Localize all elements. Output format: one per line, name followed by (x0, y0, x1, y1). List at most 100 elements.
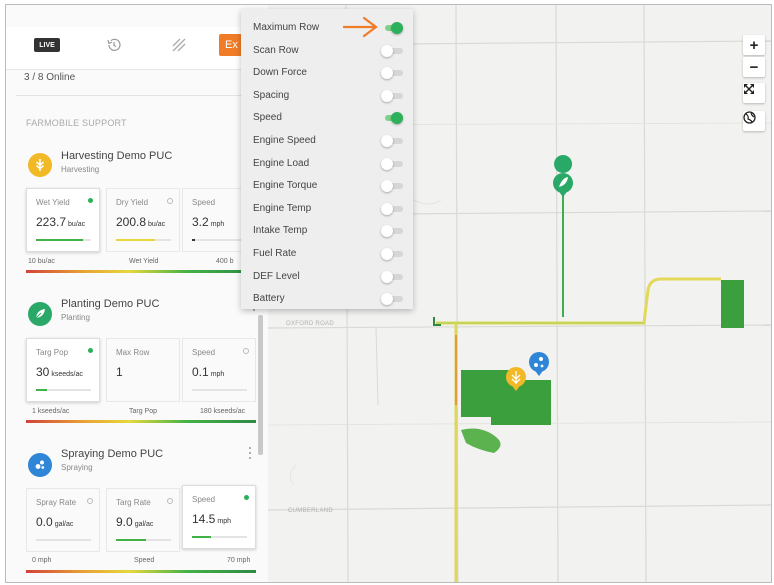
annotation-arrow (343, 16, 378, 38)
menu-item[interactable]: Scan Row (241, 40, 413, 62)
toggle-switch[interactable] (381, 89, 403, 102)
active-dot (88, 348, 93, 353)
hatch-icon (171, 37, 187, 53)
menu-item[interactable]: Engine Torque (241, 175, 413, 197)
toggle-switch[interactable] (381, 135, 403, 147)
menu-item[interactable]: Maximum Row (241, 17, 413, 39)
zoom-out-button[interactable]: − (743, 57, 765, 77)
device-type: Harvesting (61, 165, 100, 174)
section-title: FARMOBILE SUPPORT (26, 118, 127, 128)
metric-card-max-row[interactable]: Max Row 1 (106, 338, 180, 402)
fullscreen-button[interactable] (743, 83, 765, 103)
toggle-switch[interactable] (381, 293, 403, 306)
legend-max: 400 b (216, 258, 234, 265)
metric-bar (116, 239, 171, 241)
toggle-switch[interactable] (381, 180, 403, 193)
metric-label: Speed (192, 198, 216, 207)
active-dot (88, 198, 93, 203)
metric-value: 9.0 gal/ac (116, 515, 154, 529)
metric-label: Wet Yield (36, 198, 70, 207)
spraying-map-pin[interactable] (529, 352, 549, 376)
menu-item-label: Fuel Rate (253, 248, 297, 259)
metric-card-spray-rate[interactable]: Spray Rate 0.0 gal/ac (26, 488, 100, 552)
toggle-switch[interactable] (381, 112, 403, 125)
menu-item[interactable]: Engine Load (241, 153, 413, 175)
menu-item-label: Scan Row (253, 44, 299, 56)
zoom-in-button[interactable]: + (743, 35, 765, 55)
metric-card-wet-yield[interactable]: Wet Yield 223.7 bu/ac (26, 188, 100, 252)
metric-card-speed[interactable]: Speed 0.1 mph (182, 338, 256, 402)
toggle-switch[interactable] (381, 225, 403, 238)
device-spraying-avatar (28, 453, 52, 477)
device-name[interactable]: Spraying Demo PUC (61, 448, 163, 460)
planting-map-pin[interactable] (553, 155, 573, 197)
metric-bar (192, 239, 247, 241)
legend-gradient (26, 270, 256, 273)
metric-card-targ-rate[interactable]: Targ Rate 9.0 gal/ac (106, 488, 180, 552)
history-icon (106, 37, 122, 53)
menu-item[interactable]: Engine Speed (241, 130, 413, 152)
metric-card-speed[interactable]: Speed 14.5 mph (182, 485, 256, 549)
tab-field-layers[interactable] (169, 35, 189, 55)
device-menu-button[interactable] (249, 447, 252, 459)
menu-item-label: Speed (253, 112, 282, 124)
device-name[interactable]: Planting Demo PUC (61, 298, 159, 310)
menu-item[interactable]: Fuel Rate (241, 243, 413, 265)
metric-label: Targ Pop (36, 348, 69, 357)
online-count: 3 / 8 Online (24, 72, 76, 83)
toggle-switch[interactable] (381, 22, 403, 34)
toggle-switch[interactable] (381, 157, 403, 170)
active-dot (244, 495, 249, 500)
menu-item[interactable]: Intake Temp (241, 220, 413, 242)
metric-value: 0.1 mph (192, 365, 225, 379)
device-type: Spraying (61, 463, 93, 472)
menu-item[interactable]: DEF Level (241, 266, 413, 288)
metric-card-targ-pop[interactable]: Targ Pop 30 kseeds/ac (26, 338, 100, 402)
menu-item[interactable]: Down Force (241, 62, 413, 84)
menu-item-label: Engine Load (253, 157, 310, 169)
map-layer-button[interactable] (743, 111, 765, 131)
inactive-dot (167, 198, 173, 204)
legend-metric: Speed (134, 557, 155, 564)
menu-item[interactable]: Speed (241, 107, 413, 129)
menu-item[interactable]: Spacing (241, 85, 413, 107)
menu-item-label: Battery (253, 293, 285, 305)
metric-value: 200.8 bu/ac (116, 215, 166, 229)
export-button[interactable]: Ex (219, 34, 243, 56)
menu-item[interactable]: Battery (241, 288, 413, 310)
panel-scrollbar[interactable] (258, 315, 263, 455)
device-name[interactable]: Harvesting Demo PUC (61, 150, 172, 162)
legend-min: 10 bu/ac (28, 258, 55, 265)
toggle-switch[interactable] (381, 248, 403, 260)
map-place-label: CUMBERLAND (288, 508, 334, 514)
metric-label: Dry Yield (116, 198, 149, 207)
metric-bar (192, 536, 247, 538)
tab-history[interactable] (104, 35, 124, 55)
toggle-switch[interactable] (381, 270, 403, 283)
device-planting-avatar (28, 302, 52, 326)
metric-label: Speed (192, 348, 216, 357)
metric-card-dry-yield[interactable]: Dry Yield 200.8 bu/ac (106, 188, 180, 252)
toggle-switch[interactable] (381, 44, 403, 57)
legend-gradient (26, 570, 256, 573)
device-panel: LIVE Ex 3 / 8 Online FARMOBILE SUPPORT H… (6, 5, 268, 582)
map-road-label: OXFORD ROAD (286, 321, 334, 327)
toggle-switch[interactable] (381, 67, 403, 80)
leaf-icon (34, 308, 46, 320)
menu-item-label: Intake Temp (253, 225, 308, 237)
menu-item-label: Engine Speed (253, 135, 316, 146)
metric-label: Max Row (116, 348, 150, 357)
menu-item[interactable]: Engine Temp (241, 198, 413, 220)
menu-item-label: Engine Temp (253, 202, 312, 214)
metric-bar (192, 389, 247, 391)
tab-live[interactable]: LIVE (34, 38, 60, 52)
droplets-icon (34, 459, 46, 471)
app-window: OXFORD ROAD CUMBERLAND + − LIVE Ex 3 / 8… (5, 4, 772, 583)
legend-metric: Wet Yield (129, 258, 159, 265)
metric-bar (36, 239, 91, 241)
inactive-dot (243, 348, 249, 354)
toggle-switch[interactable] (381, 202, 403, 215)
metric-value: 3.2 mph (192, 215, 225, 229)
menu-item-label: Spacing (253, 89, 290, 101)
metric-bar (36, 539, 91, 541)
